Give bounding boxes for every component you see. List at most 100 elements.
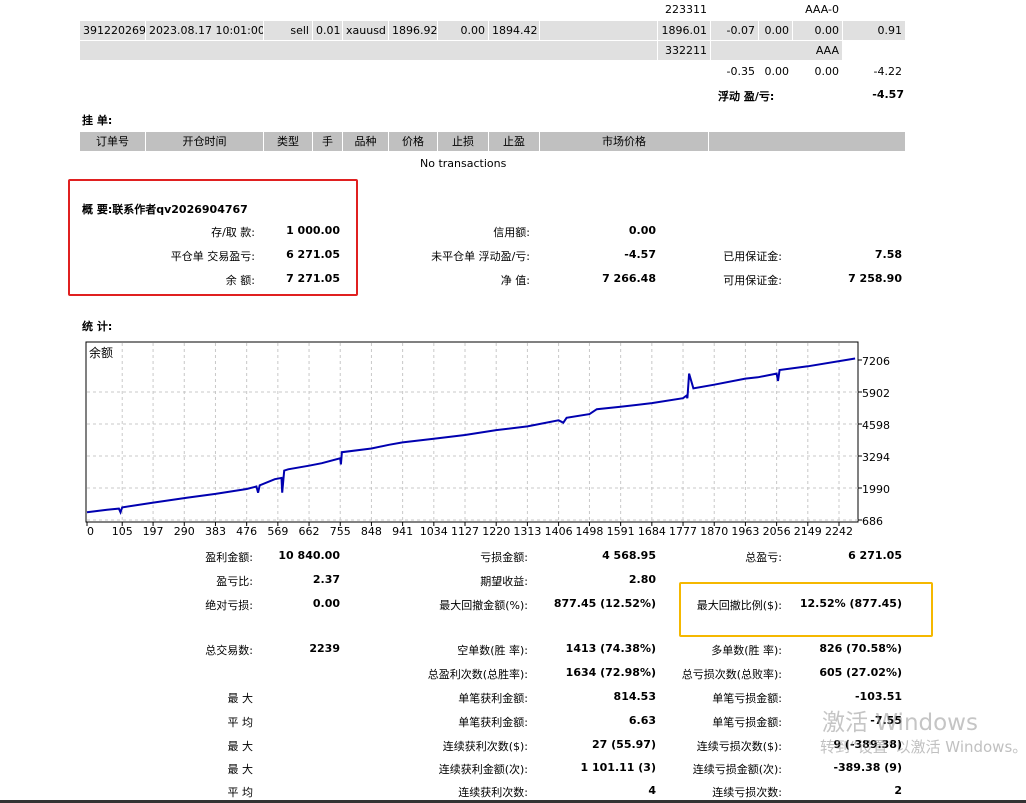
stats-label: 空单数(胜 率): [457, 644, 528, 657]
x-tick-label: 476 [236, 525, 257, 538]
stats-label: 亏损金额: [480, 551, 528, 564]
position-cell: 391220269 [80, 21, 145, 40]
legend-label: 余额 [89, 345, 113, 360]
x-tick-label: 1684 [638, 525, 666, 538]
table-row-fill [80, 41, 657, 60]
stats-label: 绝对亏损: [205, 599, 253, 612]
summary-value: 6 271.05 [286, 248, 340, 261]
stats-value: 605 (27.02%) [819, 666, 902, 679]
summary-value: 7 258.90 [848, 272, 902, 285]
x-tick-label: 662 [299, 525, 320, 538]
x-tick-label: 1498 [575, 525, 603, 538]
column-header: 止盈 [489, 132, 539, 151]
y-tick-label: 1990 [862, 483, 890, 496]
stats-value: 1 101.11 (3) [580, 761, 656, 774]
column-header: 订单号 [80, 132, 145, 151]
summary-label: 存/取 款: [211, 226, 255, 239]
stats-label: 最 大 [227, 740, 254, 753]
x-tick-label: 105 [112, 525, 133, 538]
stats-label: 单笔亏损金额: [712, 692, 782, 705]
x-tick-label: 755 [330, 525, 351, 538]
position-cell: 0.00 [438, 21, 488, 40]
stats-value: 0.00 [312, 597, 340, 610]
position-cell: 0.01 [313, 21, 342, 40]
stats-label: 平 均 [227, 786, 254, 799]
stats-label: 最大回撤比例($): [696, 599, 782, 612]
total-cell: -4.22 [873, 65, 902, 78]
stats-label: 最 大 [227, 763, 254, 776]
stats-label: 连续亏损金额(次): [692, 763, 782, 776]
position-cell [540, 21, 657, 40]
y-tick-label: 7206 [862, 355, 890, 368]
x-tick-label: 1313 [513, 525, 541, 538]
y-tick-label: 4598 [862, 419, 890, 432]
stats-value: 826 (70.58%) [819, 642, 902, 655]
x-tick-label: 0 [87, 525, 94, 538]
comment-cell: AAA [711, 41, 842, 60]
column-header [709, 132, 905, 151]
total-cell: 0.00 [814, 65, 840, 78]
summary-title: 概 要:联系作者qv2026904767 [82, 203, 248, 216]
floating-pl-value: -4.57 [872, 88, 904, 101]
x-tick-label: 1591 [607, 525, 635, 538]
position-cell: 0.00 [793, 21, 842, 40]
x-tick-label: 1963 [731, 525, 759, 538]
x-tick-label: 1406 [545, 525, 573, 538]
stats-label: 连续获利金额(次): [438, 763, 528, 776]
total-cell: 0.00 [764, 65, 790, 78]
stats-title: 统 计: [82, 320, 113, 333]
stats-value: -389.38 (9) [833, 761, 902, 774]
comment-cell: AAA-0 [805, 3, 839, 16]
x-tick-label: 1220 [482, 525, 510, 538]
column-header: 止损 [438, 132, 488, 151]
x-tick-label: 290 [174, 525, 195, 538]
position-cell: 1896.92 [389, 21, 437, 40]
stats-value: 1413 (74.38%) [565, 642, 656, 655]
position-cell: 2023.08.17 10:01:00 [146, 21, 263, 40]
summary-label: 平仓单 交易盈亏: [170, 250, 255, 263]
stats-label: 总盈利次数(总胜率): [427, 668, 528, 681]
summary-label: 未平仓单 浮动盈/亏: [431, 250, 530, 263]
position-cell: 1896.01 [658, 21, 710, 40]
stats-label: 连续获利次数($): [442, 740, 528, 753]
summary-label: 净 值: [500, 274, 530, 287]
x-tick-label: 1034 [420, 525, 448, 538]
summary-value: 0.00 [628, 224, 656, 237]
stats-value: 2239 [309, 642, 340, 655]
position-cell: -0.07 [711, 21, 758, 40]
summary-value: -4.57 [624, 248, 656, 261]
summary-label: 余 额: [225, 274, 255, 287]
stats-label: 单笔获利金额: [458, 692, 528, 705]
pending-title: 挂 单: [82, 114, 113, 127]
stats-label: 平 均 [227, 716, 254, 729]
floating-pl-label: 浮动 盈/亏: [718, 90, 775, 103]
stats-value: 12.52% (877.45) [799, 597, 902, 610]
column-header: 品种 [343, 132, 388, 151]
stats-value: 4 568.95 [602, 549, 656, 562]
stats-value: 10 840.00 [278, 549, 340, 562]
x-tick-label: 848 [361, 525, 382, 538]
stats-value: 877.45 (12.52%) [553, 597, 656, 610]
summary-value: 7.58 [874, 248, 902, 261]
y-tick-label: 3294 [862, 451, 890, 464]
x-tick-label: 197 [143, 525, 164, 538]
stats-label: 最 大 [227, 692, 254, 705]
stats-label: 单笔获利金额: [458, 716, 528, 729]
stats-value: 6.63 [628, 714, 656, 727]
x-tick-label: 2149 [794, 525, 822, 538]
stats-value: 2.80 [628, 573, 656, 586]
position-cell: 0.00 [759, 21, 792, 40]
y-tick-label: 686 [862, 515, 883, 528]
x-tick-label: 1870 [700, 525, 728, 538]
stats-value: 1634 (72.98%) [565, 666, 656, 679]
column-header: 市场价格 [540, 132, 708, 151]
stats-label: 盈亏比: [216, 575, 253, 588]
column-header: 类型 [264, 132, 312, 151]
x-tick-label: 941 [392, 525, 413, 538]
stats-label: 连续亏损次数($): [696, 740, 782, 753]
x-tick-label: 383 [205, 525, 226, 538]
summary-label: 可用保证金: [723, 274, 782, 287]
summary-value: 1 000.00 [286, 224, 340, 237]
stats-value: 6 271.05 [848, 549, 902, 562]
x-tick-label: 2056 [763, 525, 791, 538]
